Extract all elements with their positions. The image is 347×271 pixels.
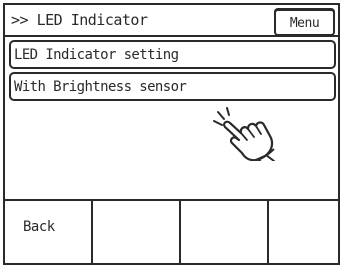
pointing-hand-icon	[213, 107, 275, 161]
back-button[interactable]: Back	[5, 201, 93, 263]
menu-button[interactable]: Menu	[274, 9, 335, 36]
soft-key-bar: Back	[5, 199, 338, 263]
with-brightness-sensor-label: With Brightness sensor	[14, 79, 187, 95]
page-title: >> LED Indicator	[11, 11, 148, 29]
soft-key-2[interactable]	[93, 201, 181, 263]
with-brightness-sensor-button[interactable]: With Brightness sensor	[9, 72, 336, 101]
screen-frame: >> LED Indicator Menu LED Indicator sett…	[3, 3, 340, 265]
soft-key-4[interactable]	[269, 201, 338, 263]
led-indicator-setting-label: LED Indicator setting	[14, 47, 179, 63]
title-bar: >> LED Indicator Menu	[5, 5, 338, 37]
back-button-label: Back	[23, 219, 55, 235]
led-indicator-screen: >> LED Indicator Menu LED Indicator sett…	[0, 0, 347, 271]
led-indicator-setting-button[interactable]: LED Indicator setting	[9, 40, 336, 69]
soft-key-3[interactable]	[181, 201, 269, 263]
menu-button-label: Menu	[289, 16, 320, 31]
